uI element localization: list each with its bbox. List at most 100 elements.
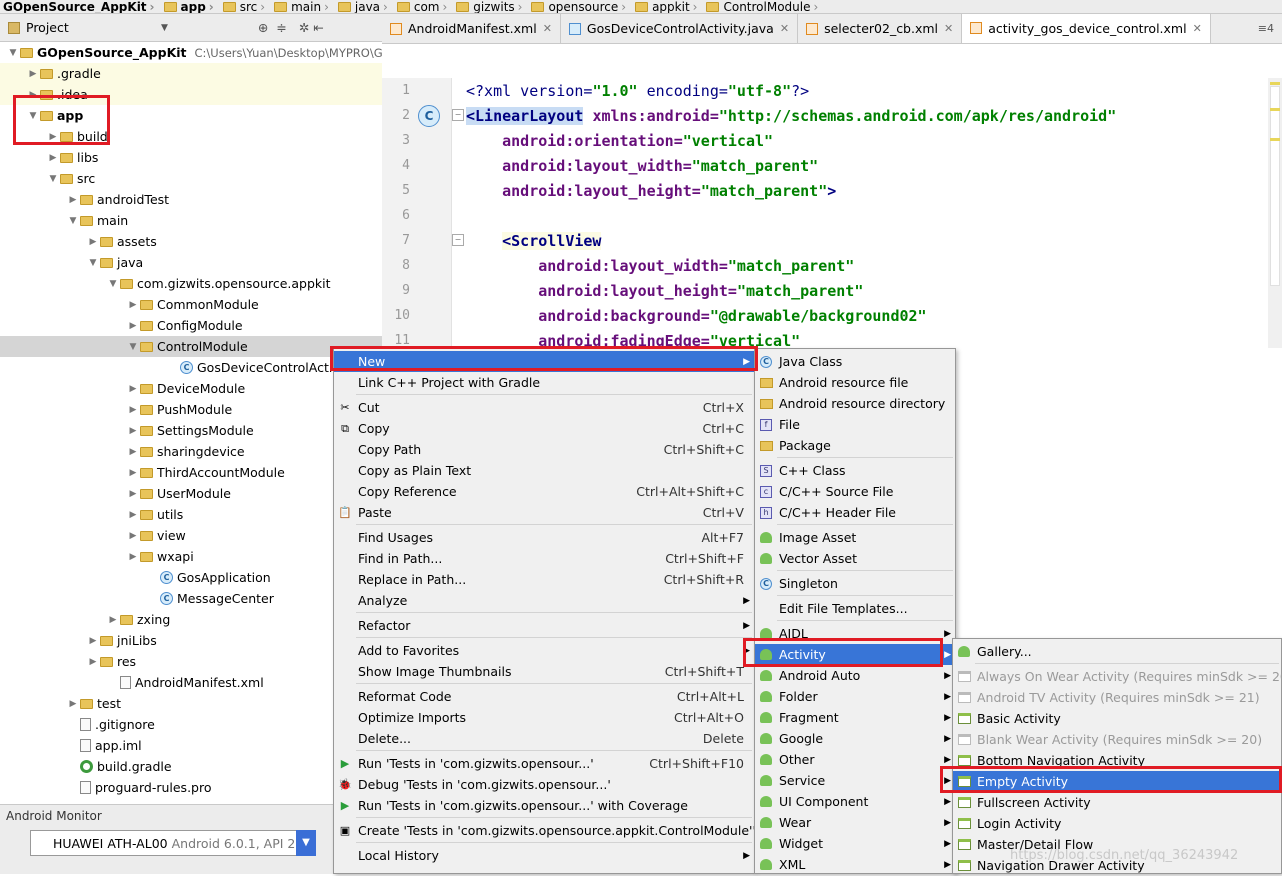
- tree-item[interactable]: ▶ utils: [0, 504, 382, 525]
- tree-item[interactable]: C GosDeviceControlActivity: [0, 357, 382, 378]
- menu-item[interactable]: ▣ Create 'Tests in 'com.gizwits.opensourc…: [334, 820, 768, 841]
- menu-item[interactable]: Other ▶: [755, 749, 955, 770]
- menu-item[interactable]: Fragment ▶: [755, 707, 955, 728]
- expand-right-icon[interactable]: ▶: [86, 657, 100, 667]
- expand-down-icon[interactable]: ▼: [86, 258, 100, 268]
- menu-item[interactable]: 📋 Paste Ctrl+V: [334, 502, 754, 523]
- menu-item[interactable]: Reformat Code Ctrl+Alt+L: [334, 686, 754, 707]
- breadcrumb-item[interactable]: app ›: [161, 0, 220, 13]
- menu-item[interactable]: h C/C++ Header File: [755, 502, 955, 523]
- close-icon[interactable]: ✕: [543, 22, 552, 35]
- menu-item[interactable]: Edit File Templates...: [755, 598, 955, 619]
- expand-right-icon[interactable]: ▶: [126, 405, 140, 415]
- tree-item[interactable]: ▶ libs: [0, 147, 382, 168]
- breadcrumb-item[interactable]: com ›: [394, 0, 453, 13]
- breadcrumb-item[interactable]: GOpenSource_AppKit ›: [0, 0, 161, 13]
- menu-item[interactable]: AIDL ▶: [755, 623, 955, 644]
- tree-item[interactable]: ▶ DeviceModule: [0, 378, 382, 399]
- menu-item[interactable]: Copy as Plain Text: [334, 460, 754, 481]
- menu-item[interactable]: Find Usages Alt+F7: [334, 527, 754, 548]
- menu-item[interactable]: Show Image Thumbnails Ctrl+Shift+T: [334, 661, 754, 682]
- tree-item[interactable]: C MessageCenter: [0, 588, 382, 609]
- tree-item[interactable]: ▶ CommonModule: [0, 294, 382, 315]
- tree-item[interactable]: ▶ androidTest: [0, 189, 382, 210]
- menu-item[interactable]: Delete... Delete: [334, 728, 754, 749]
- breadcrumb-item[interactable]: main ›: [271, 0, 335, 13]
- menu-item[interactable]: Blank Wear Activity (Requires minSdk >= …: [953, 729, 1281, 750]
- menu-item[interactable]: c C/C++ Source File: [755, 481, 955, 502]
- menu-item[interactable]: Basic Activity: [953, 708, 1281, 729]
- expand-right-icon[interactable]: ▶: [126, 300, 140, 310]
- gear-icon[interactable]: ✲: [299, 20, 309, 35]
- menu-item[interactable]: Refactor ▶: [334, 615, 754, 636]
- menu-item[interactable]: ✂ Cut Ctrl+X: [334, 397, 754, 418]
- tree-item[interactable]: ▶ jniLibs: [0, 630, 382, 651]
- tree-item[interactable]: ▼ java: [0, 252, 382, 273]
- device-selector[interactable]: HUAWEI ATH-AL00 Android 6.0.1, API 23: [30, 830, 316, 856]
- menu-item[interactable]: Add to Favorites ▶: [334, 640, 754, 661]
- tree-item[interactable]: ▶ assets: [0, 231, 382, 252]
- expand-right-icon[interactable]: ▶: [126, 468, 140, 478]
- tree-item[interactable]: ▶ build: [0, 126, 382, 147]
- expand-right-icon[interactable]: ▶: [46, 132, 60, 142]
- menu-item[interactable]: Widget ▶: [755, 833, 955, 854]
- menu-item[interactable]: Local History ▶: [334, 845, 754, 866]
- menu-item[interactable]: XML ▶: [755, 854, 955, 875]
- expand-right-icon[interactable]: ▶: [86, 237, 100, 247]
- fold-icon[interactable]: −: [452, 234, 464, 246]
- tree-item[interactable]: ▼ com.gizwits.opensource.appkit: [0, 273, 382, 294]
- menu-item[interactable]: Folder ▶: [755, 686, 955, 707]
- expand-right-icon[interactable]: ▶: [126, 426, 140, 436]
- tree-item[interactable]: ▼ GOpenSource_AppKit C:\Users\Yuan\Desktop…: [0, 42, 382, 63]
- tree-item[interactable]: ▼ app: [0, 105, 382, 126]
- close-icon[interactable]: ✕: [944, 22, 953, 35]
- menu-item[interactable]: Login Activity: [953, 813, 1281, 834]
- tree-item[interactable]: ▶ .gradle: [0, 63, 382, 84]
- tree-item[interactable]: ▼ main: [0, 210, 382, 231]
- tree-item[interactable]: .gitignore: [0, 714, 382, 735]
- tree-item[interactable]: C GosApplication: [0, 567, 382, 588]
- expand-right-icon[interactable]: ▶: [126, 447, 140, 457]
- expand-down-icon[interactable]: ▼: [66, 216, 80, 226]
- tab-list-icon[interactable]: ≡4: [1258, 22, 1274, 35]
- menu-item[interactable]: Copy Reference Ctrl+Alt+Shift+C: [334, 481, 754, 502]
- expand-right-icon[interactable]: ▶: [106, 615, 120, 625]
- menu-item[interactable]: Empty Activity: [953, 771, 1281, 792]
- editor-tab[interactable]: AndroidManifest.xml ✕: [382, 14, 561, 43]
- hide-panel-icon[interactable]: ⇤: [313, 20, 323, 35]
- expand-right-icon[interactable]: ▶: [126, 321, 140, 331]
- menu-item[interactable]: Service ▶: [755, 770, 955, 791]
- expand-right-icon[interactable]: ▶: [46, 153, 60, 163]
- menu-item[interactable]: C Java Class: [755, 351, 955, 372]
- menu-item[interactable]: Image Asset: [755, 527, 955, 548]
- tree-item[interactable]: ▶ SettingsModule: [0, 420, 382, 441]
- menu-item[interactable]: Gallery...: [953, 641, 1281, 662]
- breadcrumb-item[interactable]: opensource ›: [528, 0, 632, 13]
- menu-item[interactable]: 🐞 Debug 'Tests in 'com.gizwits.opensour..…: [334, 774, 754, 795]
- menu-item[interactable]: C Singleton: [755, 573, 955, 594]
- expand-right-icon[interactable]: ▶: [126, 489, 140, 499]
- tree-item[interactable]: ▶ wxapi: [0, 546, 382, 567]
- close-icon[interactable]: ✕: [1193, 22, 1202, 35]
- tree-item[interactable]: ▶ res: [0, 651, 382, 672]
- tree-item[interactable]: ▶ PushModule: [0, 399, 382, 420]
- tree-item[interactable]: app.iml: [0, 735, 382, 756]
- tree-item[interactable]: ▶ UserModule: [0, 483, 382, 504]
- dropdown-arrow-icon[interactable]: ▼: [161, 23, 168, 33]
- breadcrumb-item[interactable]: ControlModule ›: [703, 0, 824, 13]
- menu-item[interactable]: Always On Wear Activity (Requires minSdk…: [953, 666, 1282, 687]
- breadcrumb-item[interactable]: java ›: [335, 0, 394, 13]
- tree-item[interactable]: ▼ src: [0, 168, 382, 189]
- tree-item[interactable]: ▶ .idea: [0, 84, 382, 105]
- menu-item[interactable]: UI Component ▶: [755, 791, 955, 812]
- menu-item[interactable]: Package: [755, 435, 955, 456]
- tree-item[interactable]: AndroidManifest.xml: [0, 672, 382, 693]
- project-view-dropdown[interactable]: Project: [26, 20, 161, 35]
- tree-item[interactable]: ▶ test: [0, 693, 382, 714]
- menu-item[interactable]: New ▶: [334, 351, 754, 372]
- tree-item[interactable]: ▼ ControlModule: [0, 336, 382, 357]
- breadcrumb-item[interactable]: gizwits ›: [453, 0, 528, 13]
- expand-right-icon[interactable]: ▶: [26, 69, 40, 79]
- editor-tab[interactable]: selecter02_cb.xml ✕: [798, 14, 963, 43]
- expand-down-icon[interactable]: ▼: [26, 111, 40, 121]
